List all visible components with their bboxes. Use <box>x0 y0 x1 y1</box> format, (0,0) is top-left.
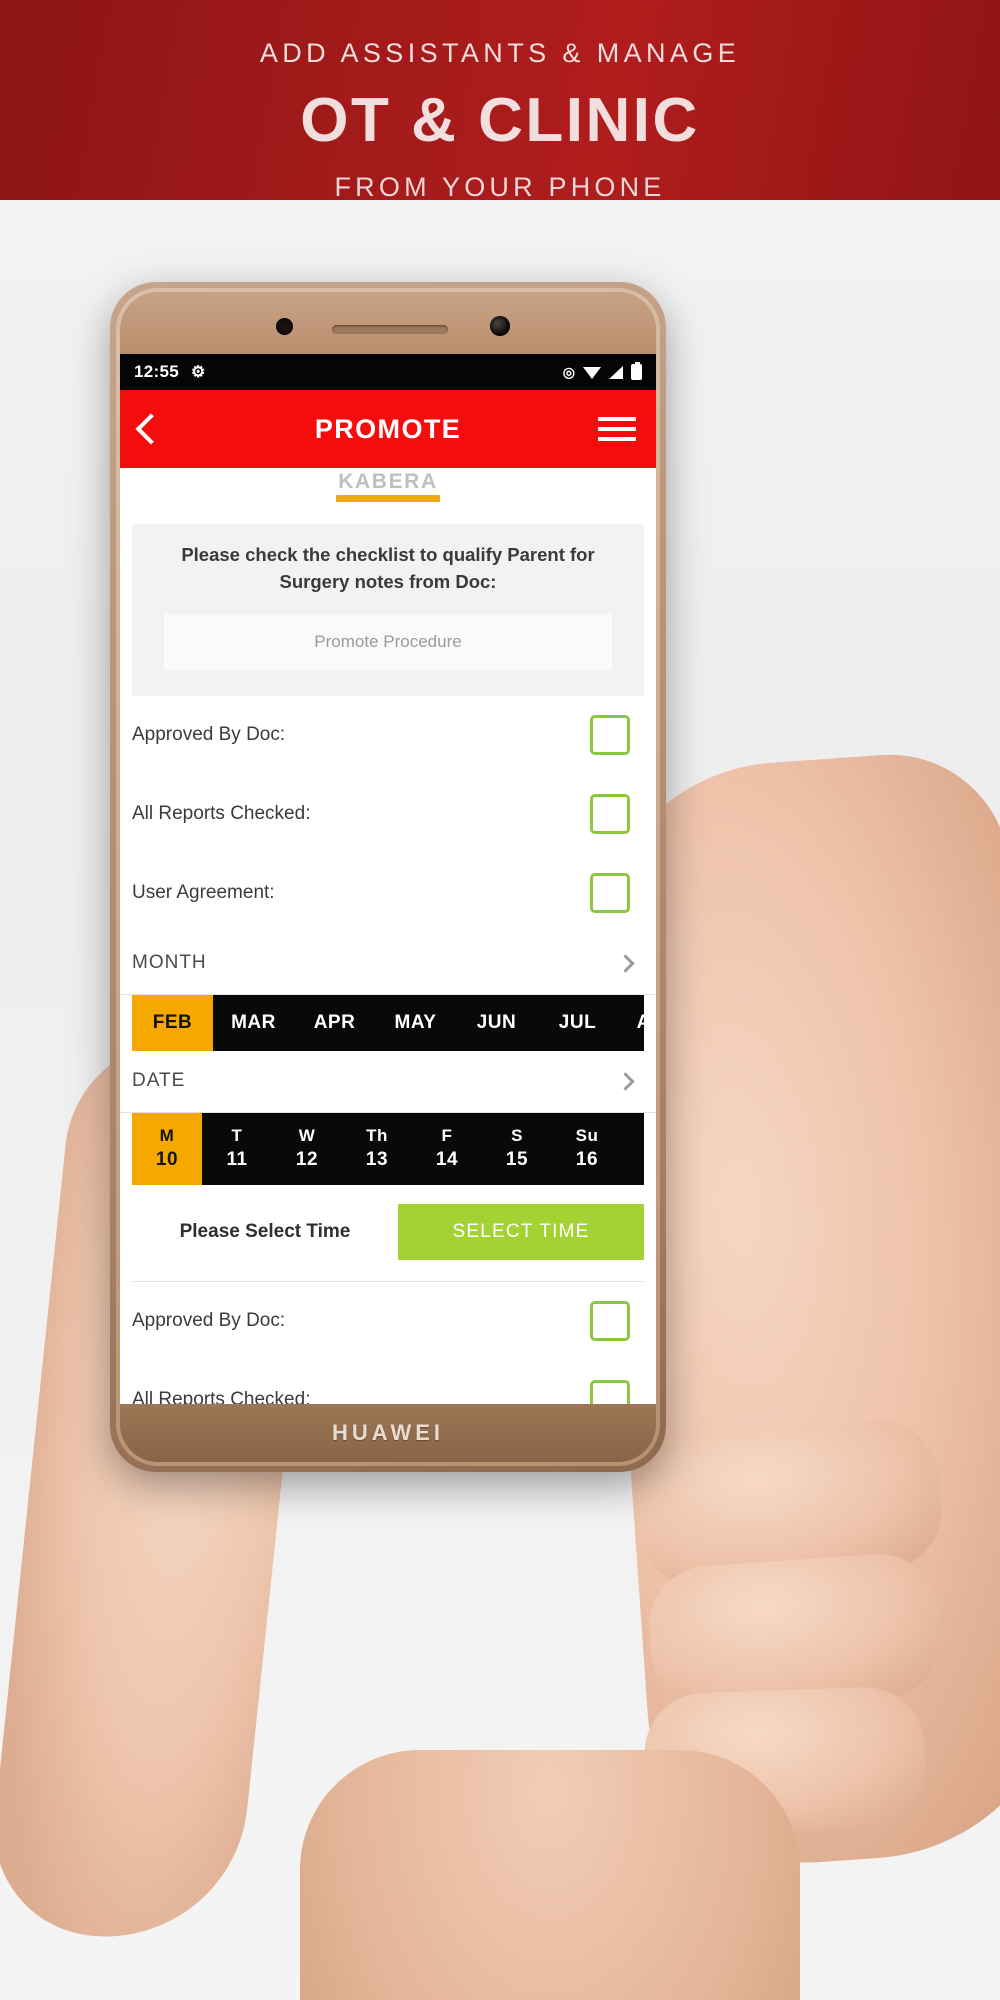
month-picker-header[interactable]: MONTH <box>120 933 656 995</box>
date-picker-title: DATE <box>132 1070 186 1092</box>
checkbox-all-reports-checked[interactable] <box>590 794 630 835</box>
date-cell-dow: Su <box>575 1126 599 1146</box>
checklist-row-user-agreement: User Agreement: <box>120 854 656 933</box>
checklist-label: User Agreement: <box>132 882 275 904</box>
checklist2-row-all-reports-checked: All Reports Checked: <box>120 1361 656 1404</box>
status-bar: 12:55 ⚙ ◎ <box>120 354 656 390</box>
checklist-label: Approved By Doc: <box>132 1310 286 1332</box>
banner-line-3: FROM YOUR PHONE <box>334 172 666 202</box>
date-cell-17[interactable]: M17 <box>622 1113 644 1185</box>
gear-icon: ⚙ <box>190 364 206 381</box>
banner-line-1: ADD ASSISTANTS & MANAGE <box>259 38 741 68</box>
time-selection-row: Please Select Time SELECT TIME <box>132 1197 644 1267</box>
date-cell-dow: M <box>159 1126 175 1146</box>
date-cell-16[interactable]: Su 16 <box>552 1113 622 1185</box>
date-cell-15[interactable]: S 15 <box>482 1113 552 1185</box>
tab-label: KABERA <box>338 470 438 493</box>
checklist-label: Approved By Doc: <box>132 724 286 746</box>
date-cell-number: 13 <box>365 1149 389 1171</box>
date-cell-10[interactable]: M 10 <box>132 1112 202 1185</box>
page-title: PROMOTE <box>314 413 462 444</box>
checklist-label: All Reports Checked: <box>132 1389 311 1404</box>
hamburger-menu-icon[interactable] <box>598 417 636 441</box>
tab-bar: KABERA <box>120 468 656 510</box>
back-chevron-icon[interactable] <box>135 413 167 445</box>
date-cell-11[interactable]: T 11 <box>202 1113 272 1185</box>
date-cell-13[interactable]: Th 13 <box>342 1113 412 1185</box>
location-icon: ◎ <box>562 363 575 380</box>
checkbox-approved-by-doc[interactable] <box>590 715 630 756</box>
checklist-row-all-reports-checked: All Reports Checked: <box>120 775 656 854</box>
phone-brand-label: HUAWEI <box>332 1420 444 1445</box>
checkbox2-approved-by-doc[interactable] <box>590 1301 630 1342</box>
signal-icon <box>609 365 623 379</box>
phone-bottom-bezel: HUAWEI <box>120 1404 656 1462</box>
date-picker-header[interactable]: DATE <box>120 1051 656 1113</box>
date-cell-dow: Th <box>366 1126 388 1146</box>
wifi-icon <box>583 366 601 379</box>
front-camera-icon <box>276 318 293 335</box>
select-time-label: Please Select Time <box>179 1220 351 1242</box>
month-cell-may[interactable]: MAY <box>375 995 456 1051</box>
promote-procedure-placeholder: Promote Procedure <box>314 631 462 651</box>
tab-active-underline <box>336 495 440 502</box>
date-cell-14[interactable]: F 14 <box>412 1113 482 1185</box>
wrist <box>300 1750 800 2000</box>
date-cell-number: 15 <box>505 1149 529 1171</box>
phone-top-bezel <box>120 292 656 354</box>
date-cell-number: 10 <box>155 1149 179 1171</box>
checklist-notice-panel: Please check the checklist to qualify Pa… <box>132 524 644 696</box>
checkbox2-all-reports-checked[interactable] <box>590 1380 630 1404</box>
phone-device: 12:55 ⚙ ◎ PROMOTE KABERA Please check th… <box>110 282 666 1472</box>
date-cell-dow: T <box>231 1126 243 1146</box>
date-cell-dow: S <box>511 1126 523 1146</box>
month-cell-feb[interactable]: FEB <box>132 994 213 1051</box>
status-time: 12:55 <box>134 362 179 381</box>
chevron-right-icon[interactable] <box>616 1071 635 1091</box>
tab-kabera[interactable]: KABERA <box>336 468 440 502</box>
earpiece-speaker <box>332 325 448 334</box>
chevron-right-icon[interactable] <box>616 953 635 973</box>
month-cell-mar[interactable]: MAR <box>213 995 294 1051</box>
date-strip[interactable]: M10T11W12Th13F14S15Su16M17T18W19Th20 <box>132 1112 644 1185</box>
banner-headline: OT & CLINIC <box>300 86 700 155</box>
month-strip[interactable]: FEBMARAPRMAYJUNJULAUGSEPOCTNOVDEC <box>132 994 644 1051</box>
content-area: KABERA Please check the checklist to qua… <box>120 468 656 1404</box>
checklist-notice-text: Please check the checklist to qualify Pa… <box>181 544 595 592</box>
promote-procedure-input[interactable]: Promote Procedure <box>164 613 612 670</box>
date-cell-dow: F <box>441 1126 453 1146</box>
month-cell-apr[interactable]: APR <box>294 995 375 1051</box>
date-cell-number: 14 <box>435 1149 459 1171</box>
checklist-row-approved-by-doc: Approved By Doc: <box>120 696 656 775</box>
month-cell-jul[interactable]: JUL <box>537 995 618 1051</box>
phone-screen: 12:55 ⚙ ◎ PROMOTE KABERA Please check th… <box>120 354 656 1404</box>
month-cell-aug[interactable]: AUG <box>618 995 644 1051</box>
sensor-icon <box>490 316 510 336</box>
month-cell-jun[interactable]: JUN <box>456 995 537 1051</box>
date-cell-dow: W <box>298 1126 316 1146</box>
app-header: PROMOTE <box>120 390 656 468</box>
battery-icon <box>631 362 642 380</box>
checkbox-user-agreement[interactable] <box>590 873 630 914</box>
select-time-button[interactable]: SELECT TIME <box>398 1203 644 1260</box>
date-cell-number: 16 <box>575 1149 599 1171</box>
month-picker-title: MONTH <box>132 952 207 974</box>
checklist2-row-approved-by-doc: Approved By Doc: <box>120 1282 656 1361</box>
date-cell-number: 11 <box>226 1149 248 1171</box>
checklist-label: All Reports Checked: <box>132 803 311 825</box>
date-cell-number: 12 <box>295 1149 319 1171</box>
date-cell-12[interactable]: W 12 <box>272 1113 342 1185</box>
